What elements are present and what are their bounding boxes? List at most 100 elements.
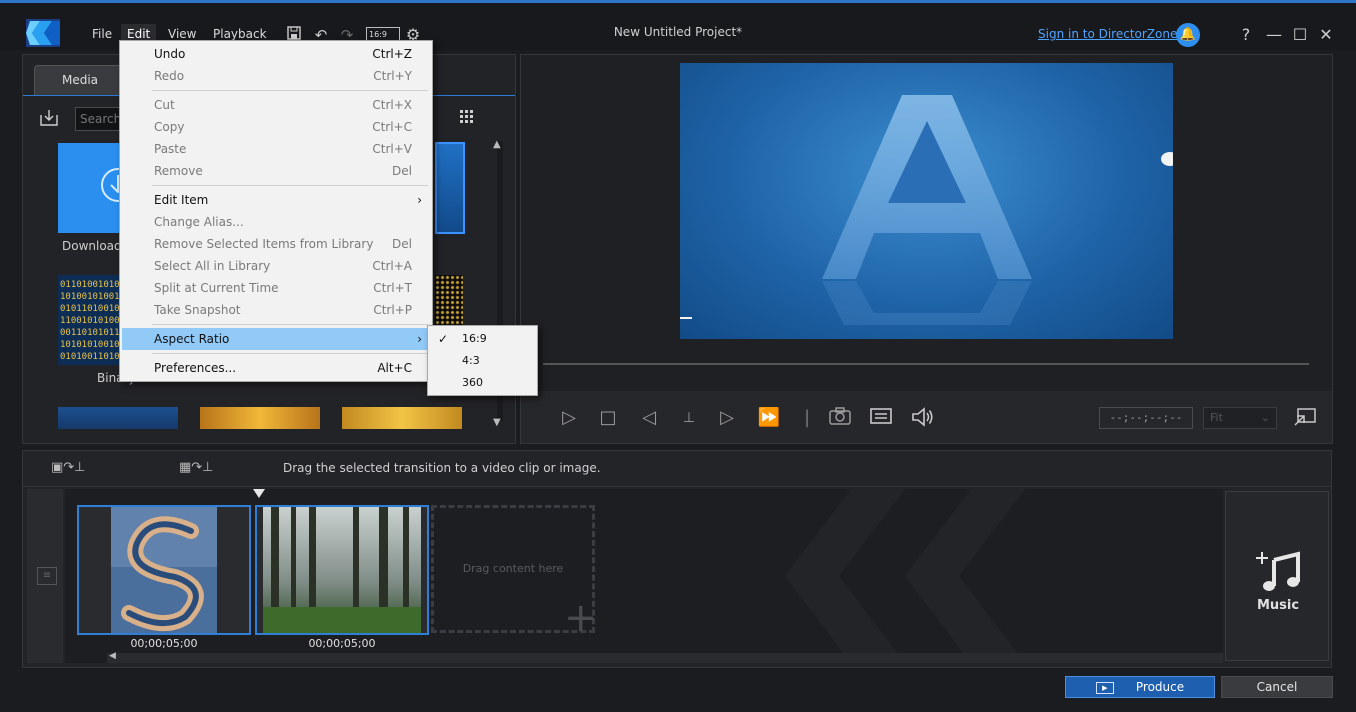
detach-preview-icon[interactable] xyxy=(1291,407,1319,431)
app-logo-icon xyxy=(26,19,60,47)
menu-item-edit-item[interactable]: Edit Item › xyxy=(122,189,430,211)
library-thumb-selected[interactable] xyxy=(435,142,465,234)
transition-toolbar: ▣↷⊥ ▦↷⊥ Drag the selected transition to … xyxy=(22,450,1332,486)
playback-controls: ▷ □ ◁ ⊥ ▷ ⏩ | --;--;--;-- Fit ⌄ xyxy=(521,391,1332,443)
produce-label: Produce xyxy=(1135,680,1185,694)
track-header: ≡ xyxy=(27,489,63,663)
playhead-marker[interactable] xyxy=(253,489,265,498)
aspect-option-16-9[interactable]: ✓ 16:9 xyxy=(430,328,535,350)
menu-item-shortcut: Ctrl+C xyxy=(372,120,412,134)
preview-panel: ▷ □ ◁ ⊥ ▷ ⏩ | --;--;--;-- Fit ⌄ xyxy=(520,54,1333,444)
menu-item-label: Change Alias... xyxy=(154,215,244,229)
aspect-option-label: 16:9 xyxy=(462,332,487,345)
menu-item-label: Cut xyxy=(154,98,175,112)
menu-item-label: Take Snapshot xyxy=(154,303,241,317)
play-icon[interactable]: ▷ xyxy=(555,407,583,431)
menu-item-remove-selected[interactable]: Remove Selected Items from Library Del xyxy=(122,233,430,255)
clip-duration: 00;00;05;00 xyxy=(130,637,198,650)
aspect-option-label: 360 xyxy=(462,376,483,389)
menu-item-label: Edit Item xyxy=(154,193,209,207)
music-note-icon xyxy=(1254,548,1302,599)
menu-separator xyxy=(152,185,428,186)
scroll-up-icon[interactable]: ▲ xyxy=(493,139,501,150)
menu-item-preferences[interactable]: Preferences... Alt+C xyxy=(122,357,430,379)
timeline-horizontal-scrollbar[interactable]: ◀ ▶ xyxy=(107,651,1223,663)
produce-button[interactable]: ▶ Produce xyxy=(1065,676,1215,698)
aspect-option-label: 4:3 xyxy=(462,354,480,367)
menu-item-shortcut: Ctrl+Z xyxy=(372,47,412,61)
menu-item-paste[interactable]: Paste Ctrl+V xyxy=(122,138,430,160)
menu-file[interactable]: File xyxy=(86,24,118,44)
next-frame-icon[interactable]: ▷ xyxy=(713,407,741,431)
fit-value: Fit xyxy=(1210,411,1223,424)
snapshot-camera-icon[interactable] xyxy=(826,407,854,431)
minimize-icon[interactable]: — xyxy=(1262,23,1286,47)
split-icon[interactable]: ⊥ xyxy=(675,407,703,431)
chevron-down-icon: ⌄ xyxy=(1260,411,1270,424)
previous-frame-icon[interactable]: ◁ xyxy=(635,407,663,431)
menu-item-select-all[interactable]: Select All in Library Ctrl+A xyxy=(122,255,430,277)
aspect-option-360[interactable]: 360 xyxy=(430,372,535,394)
menu-item-redo[interactable]: Redo Ctrl+Y xyxy=(122,65,430,87)
close-icon[interactable]: ✕ xyxy=(1314,23,1338,47)
preview-screen xyxy=(680,63,1173,339)
menu-item-undo[interactable]: Undo Ctrl+Z xyxy=(122,43,430,65)
menu-item-shortcut: Del xyxy=(392,237,412,251)
zoom-fit-select[interactable]: Fit ⌄ xyxy=(1203,407,1277,429)
aspect-option-4-3[interactable]: 4:3 xyxy=(430,350,535,372)
notification-bell-icon[interactable]: 🔔 xyxy=(1176,23,1200,47)
menu-item-change-alias[interactable]: Change Alias... xyxy=(122,211,430,233)
menu-item-shortcut: Ctrl+P xyxy=(373,303,412,317)
menu-separator xyxy=(152,90,428,91)
add-plus-icon: + xyxy=(564,595,598,641)
transition-prefix-icon[interactable]: ▣↷⊥ xyxy=(51,460,86,475)
menu-item-label: Split at Current Time xyxy=(154,281,279,295)
volume-icon[interactable] xyxy=(909,407,937,431)
timeline-clip-2[interactable] xyxy=(255,505,429,635)
menu-item-shortcut: Ctrl+V xyxy=(372,142,412,156)
library-thumb-blue[interactable] xyxy=(58,407,178,429)
sign-in-link[interactable]: Sign in to DirectorZone xyxy=(1038,27,1177,41)
scroll-down-icon[interactable]: ▼ xyxy=(493,417,501,428)
checkmark-icon: ✓ xyxy=(438,332,449,346)
music-label: Music xyxy=(1256,598,1300,613)
menu-item-split[interactable]: Split at Current Time Ctrl+T xyxy=(122,277,430,299)
library-search-input[interactable] xyxy=(75,107,123,131)
menu-item-shortcut: Alt+C xyxy=(377,361,412,375)
tab-media[interactable]: Media xyxy=(34,65,126,95)
library-thumb-gold[interactable] xyxy=(200,407,320,429)
library-thumb-gold-2[interactable] xyxy=(342,407,462,429)
menu-item-shortcut: Ctrl+Y xyxy=(373,69,412,83)
menu-item-cut[interactable]: Cut Ctrl+X xyxy=(122,94,430,116)
clip-duration: 00;00;05;00 xyxy=(308,637,376,650)
storyboard-timeline: ≡ 00;00;05;00 00;00;05;00 Drag content h… xyxy=(22,486,1332,668)
import-media-icon[interactable] xyxy=(39,109,61,129)
grid-view-icon[interactable] xyxy=(459,109,479,129)
menu-separator xyxy=(152,353,428,354)
menu-item-aspect-ratio[interactable]: Aspect Ratio › xyxy=(122,328,430,350)
track-icon[interactable]: ≡ xyxy=(37,567,57,585)
timecode-display: --;--;--;-- xyxy=(1099,407,1193,429)
transition-overlap-icon[interactable]: ▦↷⊥ xyxy=(179,460,214,475)
preview-time-bar[interactable] xyxy=(543,363,1309,365)
timeline-clip-1[interactable] xyxy=(77,505,251,635)
menu-separator xyxy=(152,324,428,325)
scroll-left-icon[interactable]: ◀ xyxy=(109,651,116,661)
drop-zone[interactable]: Drag content here + xyxy=(431,505,598,638)
subtitle-icon[interactable] xyxy=(867,407,895,431)
aspect-ratio-submenu: ✓ 16:9 4:3 360 xyxy=(427,325,538,396)
cancel-button[interactable]: Cancel xyxy=(1221,676,1333,698)
menu-item-remove[interactable]: Remove Del xyxy=(122,160,430,182)
menu-item-take-snapshot[interactable]: Take Snapshot Ctrl+P xyxy=(122,299,430,321)
stop-icon[interactable]: □ xyxy=(594,407,622,431)
maximize-icon[interactable]: ☐ xyxy=(1288,23,1312,47)
menu-item-label: Aspect Ratio xyxy=(154,332,230,346)
menu-item-shortcut: Del xyxy=(392,164,412,178)
add-music-button[interactable]: Music xyxy=(1225,491,1329,661)
track-area: 00;00;05;00 00;00;05;00 Drag content her… xyxy=(65,489,1223,663)
help-icon[interactable]: ? xyxy=(1234,23,1258,47)
menu-item-copy[interactable]: Copy Ctrl+C xyxy=(122,116,430,138)
fast-forward-icon[interactable]: ⏩ xyxy=(755,407,783,431)
menu-item-label: Preferences... xyxy=(154,361,237,375)
menu-item-shortcut: Ctrl+X xyxy=(372,98,412,112)
